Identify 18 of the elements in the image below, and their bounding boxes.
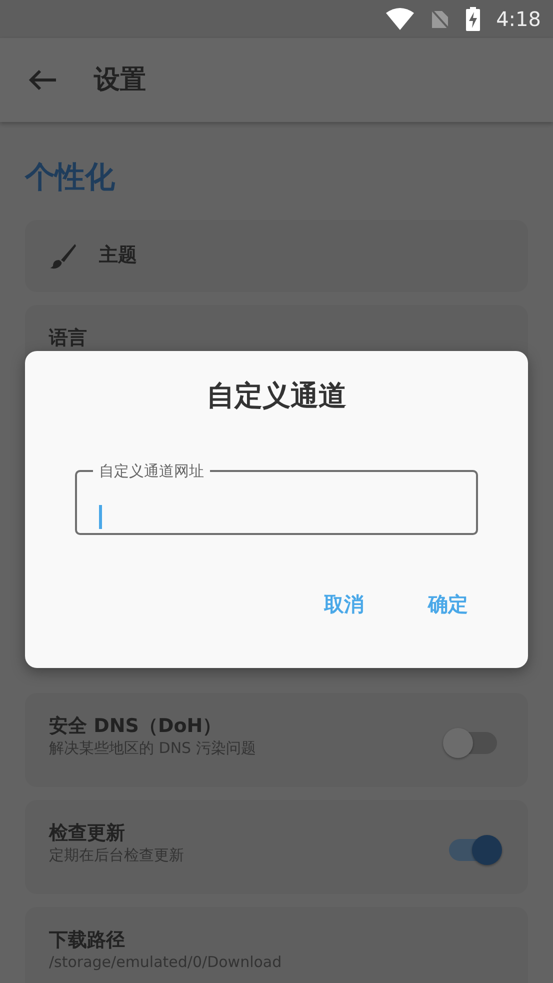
setting-title: 检查更新	[49, 822, 126, 846]
status-time: 4:18	[496, 6, 541, 33]
dialog-button[interactable]: 确定	[420, 585, 476, 623]
setting-title: 主题	[99, 244, 138, 268]
battery-charging-icon	[466, 7, 480, 31]
url-input-field[interactable]: 自定义通道网址	[75, 461, 478, 535]
dialog-button[interactable]: 取消	[316, 585, 372, 623]
setting-title: 安全 DNS（DoH）	[49, 715, 223, 739]
setting-title: 语言	[49, 327, 88, 351]
field-label: 自定义通道网址	[98, 461, 205, 481]
no-sim-icon	[430, 8, 450, 30]
section-title: 个性化	[25, 160, 116, 196]
page-title: 设置	[94, 64, 146, 96]
back-icon[interactable]	[28, 69, 58, 91]
wifi-icon	[386, 8, 414, 30]
setting-title: 下载路径	[49, 929, 126, 953]
brush-icon	[49, 242, 77, 270]
setting-card[interactable]: 主题	[25, 220, 528, 292]
